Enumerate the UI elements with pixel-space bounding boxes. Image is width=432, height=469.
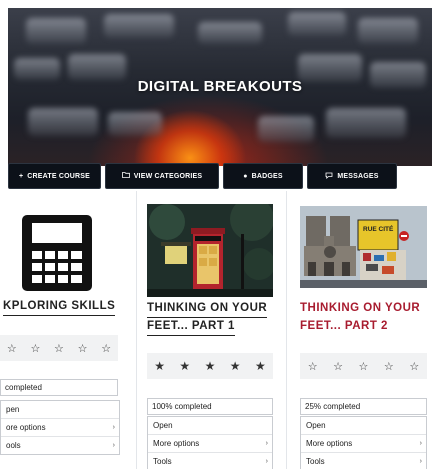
phone-booth-thumbnail[interactable] (147, 204, 273, 297)
more-options-menu-item[interactable]: More options › (301, 435, 426, 453)
create-course-button[interactable]: + CREATE COURSE (8, 163, 101, 189)
phone-booth-image (147, 204, 273, 297)
rating-stars: ☆ ☆ ☆ ☆ ☆ (300, 353, 427, 379)
course-title[interactable]: KPLORING SKILLS (3, 297, 116, 316)
progress-status: 25% completed (300, 398, 427, 415)
open-menu-item[interactable]: pen (1, 401, 119, 419)
notre-dame-image: RUE CITÉ (300, 206, 427, 288)
messages-button[interactable]: MESSAGES (307, 163, 397, 189)
star-icon[interactable]: ☆ (7, 342, 17, 355)
course-card-thinking-part-1: THINKING ON YOUR FEET... PART 1 ★ ★ ★ ★ … (137, 191, 286, 469)
more-options-menu-item[interactable]: ore options › (1, 419, 119, 437)
star-icon[interactable]: ☆ (333, 360, 343, 373)
chevron-right-icon: › (265, 458, 268, 465)
progress-status: 100% completed (147, 398, 273, 415)
calculator-thumbnail[interactable] (18, 213, 96, 293)
star-icon[interactable]: ☆ (54, 342, 64, 355)
badges-button[interactable]: ● BADGES (223, 163, 303, 189)
tools-menu-item[interactable]: Tools › (148, 453, 272, 469)
course-page: DIGITAL BREAKOUTS + CREATE COURSE VIEW C… (0, 0, 432, 469)
star-icon[interactable]: ☆ (384, 360, 394, 373)
star-filled-icon[interactable]: ★ (179, 359, 190, 373)
course-menu: pen ore options › ools › (0, 400, 120, 455)
more-options-menu-item[interactable]: More options › (148, 435, 272, 453)
course-title-line-1[interactable]: THINKING ON YOUR (300, 299, 420, 317)
course-menu: Open More options › Tools › (147, 416, 273, 469)
hero-title: DIGITAL BREAKOUTS (137, 78, 303, 95)
badge-icon: ● (243, 172, 248, 180)
rating-stars: ☆ ☆ ☆ ☆ ☆ (0, 335, 118, 361)
star-icon[interactable]: ☆ (409, 360, 419, 373)
tools-menu-item[interactable]: ools › (1, 437, 119, 454)
star-icon[interactable]: ☆ (101, 342, 111, 355)
course-title-line-2[interactable]: FEET... PART 2 (300, 317, 388, 335)
course-card-exploring-skills: KPLORING SKILLS ☆ ☆ ☆ ☆ ☆ completed pen … (0, 191, 136, 469)
course-title-line-1[interactable]: THINKING ON YOUR (147, 299, 268, 318)
chat-icon (325, 172, 333, 181)
chevron-right-icon: › (265, 440, 268, 447)
rating-stars: ★ ★ ★ ★ ★ (147, 353, 273, 379)
course-card-thinking-part-2: RUE CITÉ THINKING ON YOUR FEET... PART 2… (287, 191, 432, 469)
chevron-right-icon: › (112, 442, 115, 449)
tools-menu-item[interactable]: Tools › (301, 453, 426, 469)
plus-icon: + (18, 172, 24, 180)
star-icon[interactable]: ☆ (359, 360, 369, 373)
chevron-right-icon: › (419, 458, 422, 465)
chevron-right-icon: › (112, 424, 115, 431)
view-categories-button[interactable]: VIEW CATEGORIES (105, 163, 219, 189)
course-nav-bar: + CREATE COURSE VIEW CATEGORIES ● BADGES… (8, 163, 432, 191)
progress-status: completed (0, 379, 118, 396)
chevron-right-icon: › (419, 440, 422, 447)
star-filled-icon[interactable]: ★ (205, 359, 216, 373)
notre-dame-thumbnail[interactable]: RUE CITÉ (300, 206, 427, 288)
star-icon[interactable]: ☆ (78, 342, 88, 355)
calculator-icon (22, 215, 92, 291)
folder-icon (121, 172, 130, 180)
star-icon[interactable]: ☆ (30, 342, 40, 355)
open-menu-item[interactable]: Open (301, 417, 426, 435)
course-title-line-2[interactable]: FEET... PART 1 (147, 317, 235, 336)
star-filled-icon[interactable]: ★ (230, 359, 241, 373)
rue-cite-sign-text: RUE CITÉ (363, 224, 394, 233)
open-menu-item[interactable]: Open (148, 417, 272, 435)
hero-banner: DIGITAL BREAKOUTS (8, 8, 432, 166)
star-icon[interactable]: ☆ (308, 360, 318, 373)
star-filled-icon[interactable]: ★ (255, 359, 266, 373)
course-menu: Open More options › Tools › (300, 416, 427, 469)
star-filled-icon[interactable]: ★ (154, 359, 165, 373)
